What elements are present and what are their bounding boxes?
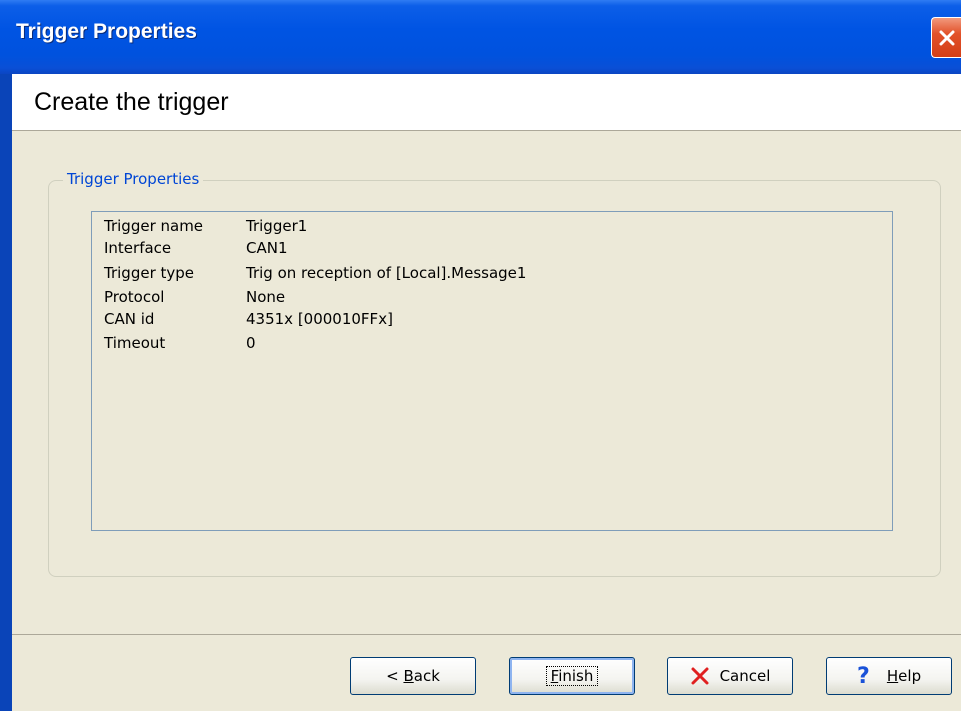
property-value: 4351x [000010FFx] [246,310,393,328]
properties-list[interactable]: Trigger name Trigger1 Interface CAN1 Tri… [91,211,893,531]
trigger-properties-group: Trigger Properties Trigger name Trigger1… [48,170,941,577]
cancel-button[interactable]: Cancel [667,657,793,695]
property-value: Trigger1 [246,217,308,235]
page-heading: Create the trigger [34,88,229,116]
window-title: Trigger Properties [16,20,197,43]
question-mark-icon: ? [857,664,870,689]
property-value: CAN1 [246,239,288,257]
property-value: Trig on reception of [Local].Message1 [246,264,527,282]
wizard-header: Create the trigger [12,74,961,131]
close-button[interactable] [931,17,961,58]
property-label: Protocol [104,288,165,306]
property-label: Timeout [104,334,166,352]
property-value: 0 [246,334,256,352]
property-value: None [246,288,286,306]
property-label: Trigger name [104,217,204,235]
wizard-content: Trigger Properties Trigger name Trigger1… [12,131,961,635]
property-label: Interface [104,239,172,257]
help-button[interactable]: ? Help [826,657,952,695]
finish-label: Finish [545,666,599,686]
group-legend: Trigger Properties [63,170,204,188]
back-button[interactable]: < Back [350,657,476,695]
window-left-border [0,74,12,711]
property-label: CAN id [104,310,155,328]
finish-button[interactable]: Finish [509,657,635,695]
close-icon [939,30,955,46]
back-label: < Back [386,667,440,685]
title-bar[interactable]: Trigger Properties [0,0,961,74]
x-icon [691,667,709,685]
property-label: Trigger type [104,264,195,282]
